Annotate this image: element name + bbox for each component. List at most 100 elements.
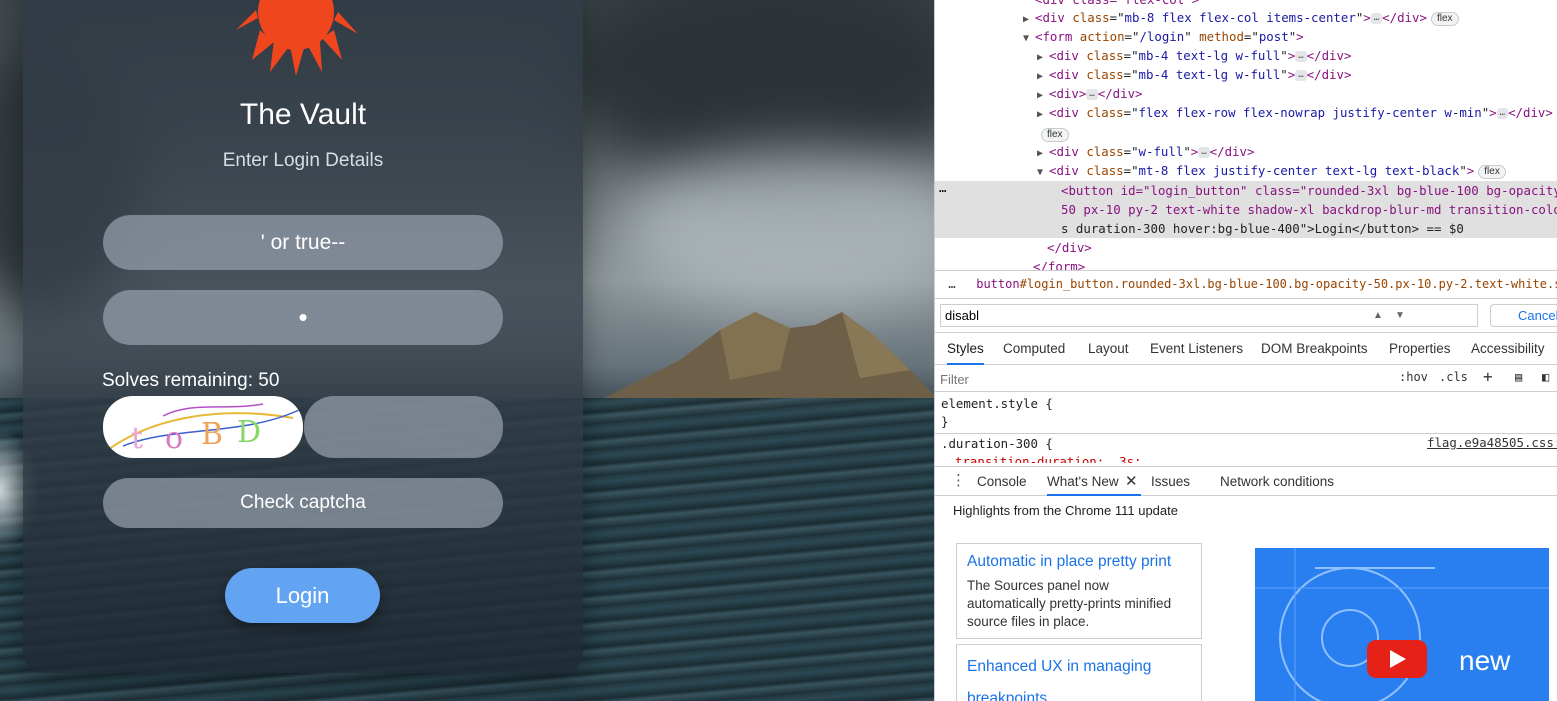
drawer-menu-icon[interactable]: ⋮ — [951, 472, 966, 490]
tab-console[interactable]: Console — [977, 467, 1027, 496]
tree-node[interactable]: ▼ <div class="mt-8 flex justify-center te… — [1037, 161, 1506, 180]
cls-toggle[interactable]: .cls — [1439, 370, 1468, 384]
tree-tag: <div — [1049, 163, 1087, 178]
collapsed-content-icon: … — [1295, 70, 1307, 81]
breadcrumb-selector[interactable]: #login_button.rounded-3xl.bg-blue-100.bg… — [1020, 277, 1557, 291]
tree-node[interactable]: ▶ <div>… </div> — [1037, 84, 1143, 103]
tab-dom-breakpoints[interactable]: DOM Breakpoints — [1261, 333, 1368, 365]
tab-properties[interactable]: Properties — [1389, 333, 1451, 365]
tab-issues[interactable]: Issues — [1151, 467, 1190, 496]
tab-network-conditions[interactable]: Network conditions — [1220, 467, 1334, 496]
svg-text:o: o — [165, 421, 183, 456]
captcha-input[interactable] — [304, 396, 503, 458]
tree-punct: =" — [1123, 144, 1139, 159]
tree-tag: > — [1489, 105, 1497, 120]
attr-name: class — [1086, 163, 1124, 178]
css-source-link[interactable]: flag.e9a48505.css:1 — [1427, 435, 1557, 450]
login-button[interactable]: Login — [225, 568, 380, 623]
tab-styles[interactable]: Styles — [947, 333, 984, 365]
tree-punct: " — [1280, 67, 1288, 82]
cancel-button[interactable]: Cancel — [1490, 304, 1557, 327]
hov-toggle[interactable]: :hov — [1399, 370, 1428, 384]
attr-name: class — [1086, 48, 1124, 63]
feature-card-title[interactable]: Automatic in place pretty print — [967, 550, 1191, 574]
tree-tag: </div> — [1306, 48, 1352, 63]
styles-filter-row: :hov .cls + ▤ ◧ — [935, 366, 1557, 392]
tree-tag: </div> — [1097, 86, 1143, 101]
tree-punct: =" — [1123, 163, 1139, 178]
feature-card-description: The Sources panel now automatically pret… — [967, 578, 1172, 629]
tree-node: </div> — [1047, 238, 1092, 257]
check-captcha-button[interactable]: Check captcha — [103, 478, 503, 528]
login-subtitle: Enter Login Details — [222, 150, 384, 171]
promo-video-thumbnail[interactable]: new — [1255, 548, 1549, 701]
tree-punct: =" — [1123, 67, 1139, 82]
styles-pane: element.style { } .duration-300 { flag.e… — [935, 393, 1557, 463]
tree-tag: > — [1363, 10, 1371, 25]
tree-node[interactable]: flex — [1037, 124, 1069, 143]
divider — [935, 433, 1557, 434]
add-rule-icon[interactable]: + — [1483, 367, 1493, 386]
search-bar: ▲ ▼ Cancel — [935, 298, 1557, 332]
collapsed-content-icon: … — [1496, 108, 1509, 119]
tab-event-listeners[interactable]: Event Listeners — [1150, 333, 1243, 365]
tree-tag: <div — [1049, 67, 1087, 82]
tree-tag: <div — [1049, 144, 1087, 159]
css-rule-selector[interactable]: element.style { — [941, 395, 1053, 413]
feature-card-title[interactable]: Enhanced UX in managing breakpoints — [967, 651, 1191, 701]
tab-whats-new[interactable]: What's New ✕ — [1047, 467, 1141, 496]
username-field[interactable] — [103, 215, 503, 270]
tree-node[interactable]: ▶ <div class="mb-4 text-lg w-full">… </div… — [1037, 65, 1351, 84]
attr-value: mb-8 flex flex-col items-center — [1124, 10, 1356, 25]
search-next-icon[interactable]: ▼ — [1390, 306, 1410, 325]
tree-node[interactable]: ▶ <div class="mb-8 flex flex-col items-ce… — [1023, 8, 1459, 27]
tree-node[interactable]: ▶ <div class="flex flex-row flex-nowrap j… — [1037, 103, 1553, 122]
selected-node-line[interactable]: 50 px-10 py-2 text-white shadow-xl backd… — [1061, 200, 1557, 219]
drawer-tab-bar: ⋮ Console What's New ✕ Issues Network co… — [935, 466, 1557, 496]
tree-punct: =" — [1243, 29, 1259, 44]
tab-accessibility[interactable]: Accessibility — [1471, 333, 1545, 365]
tree-tag: > — [1190, 144, 1199, 159]
tree-tag: </div> — [1047, 240, 1092, 255]
paint-icon[interactable]: ▤ — [1515, 370, 1522, 384]
breadcrumb-overflow-icon[interactable]: … — [935, 271, 969, 298]
svg-text:t: t — [131, 421, 143, 456]
expand-toggle-icon: ▼ — [1023, 33, 1030, 44]
css-rule-selector[interactable]: .duration-300 { — [941, 435, 1053, 453]
promo-label: new — [1459, 645, 1511, 676]
tree-node[interactable]: ▶ <div class="w-full">… </div> — [1037, 142, 1254, 161]
tree-punct: " — [1183, 144, 1191, 159]
feature-card[interactable]: Enhanced UX in managing breakpoints — [956, 644, 1202, 701]
breadcrumb: … button#login_button.rounded-3xl.bg-blu… — [935, 270, 1557, 298]
tree-tag: > — [1466, 163, 1475, 178]
tree-tag: <div — [1035, 10, 1073, 25]
breadcrumb-tag[interactable]: button — [976, 277, 1019, 291]
tree-punct: =" — [1109, 10, 1125, 25]
selected-node-line[interactable]: <button id="login_button" class="rounded… — [1061, 181, 1557, 200]
tree-node[interactable]: ▶ <div class="mb-4 text-lg w-full">… </div… — [1037, 46, 1351, 65]
tree-tag: > — [1078, 86, 1087, 101]
node-menu-icon[interactable]: … — [939, 178, 946, 197]
attr-name: method — [1199, 29, 1244, 44]
captcha-image: t o B D — [103, 396, 303, 458]
tree-node[interactable]: ▼ <form action="/login" method="post"> — [1023, 27, 1304, 46]
tree-punct: =" — [1124, 29, 1140, 44]
sidebar-toggle-icon[interactable]: ◧ — [1542, 370, 1549, 384]
collapsed-content-icon: … — [1370, 13, 1383, 24]
tree-punct: " — [1459, 163, 1467, 178]
attr-value: flex flex-row flex-nowrap justify-center… — [1138, 105, 1482, 120]
tab-computed[interactable]: Computed — [1003, 333, 1065, 365]
tree-punct: =" — [1123, 105, 1139, 120]
close-icon[interactable]: ✕ — [1125, 467, 1138, 496]
css-property[interactable]: transition-duration: .3s; — [955, 453, 1142, 463]
tab-layout[interactable]: Layout — [1088, 333, 1129, 365]
play-icon[interactable] — [1367, 640, 1427, 678]
styles-filter-input[interactable] — [940, 369, 1380, 389]
password-field[interactable] — [103, 290, 503, 345]
selected-node-line[interactable]: s duration-300 hover:bg-blue-400">Login<… — [1061, 219, 1464, 238]
app-title: The Vault — [239, 98, 367, 131]
tree-tag: <div — [1049, 86, 1079, 101]
search-prev-icon[interactable]: ▲ — [1368, 306, 1388, 325]
styles-tab-bar: Styles Computed Layout Event Listeners D… — [935, 332, 1557, 365]
feature-card[interactable]: Automatic in place pretty print The Sour… — [956, 543, 1202, 639]
